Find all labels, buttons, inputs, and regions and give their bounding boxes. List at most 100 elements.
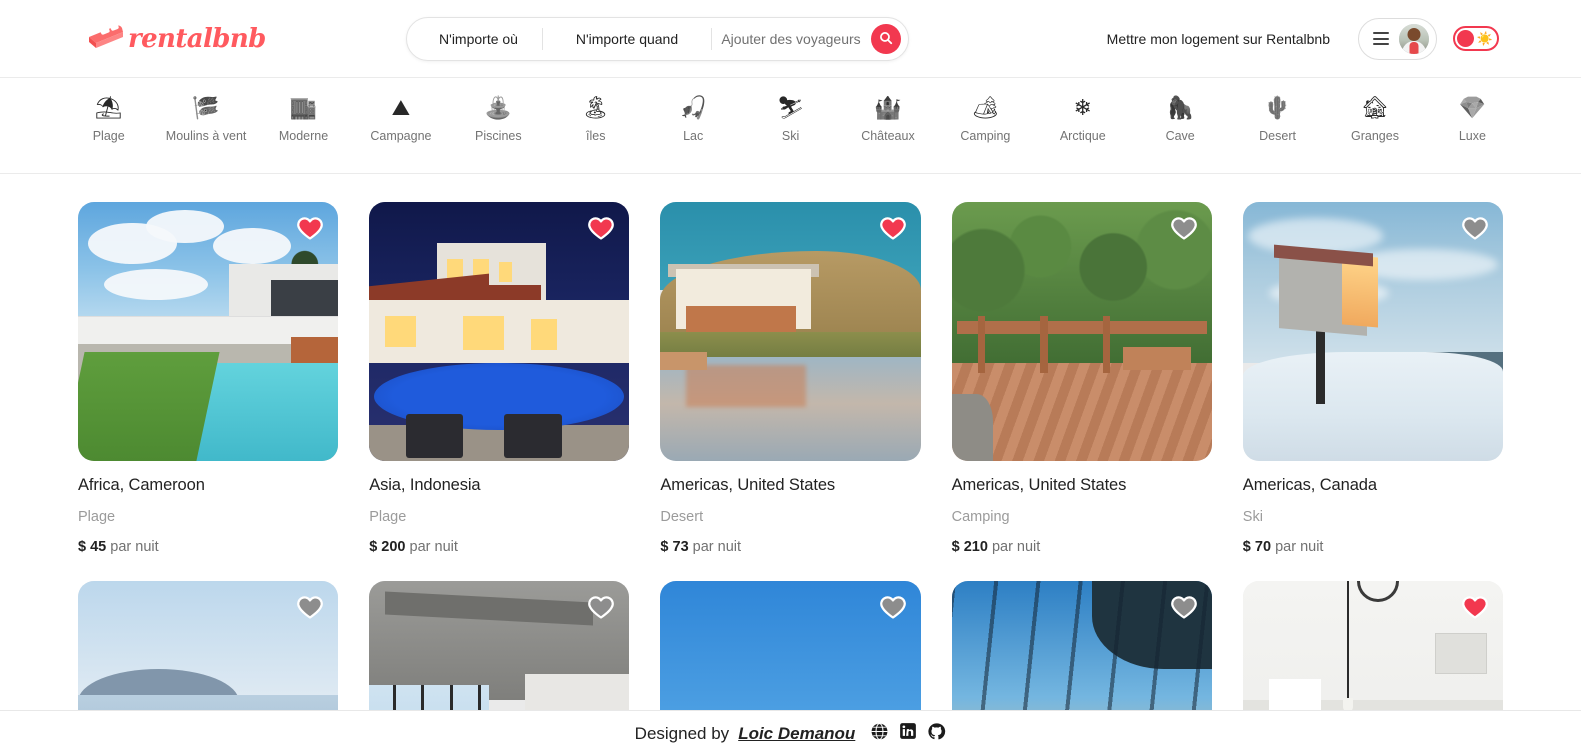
modern-building-icon: 🏬 bbox=[289, 95, 318, 120]
favorite-heart-icon[interactable] bbox=[1170, 214, 1198, 242]
listing-per: par nuit bbox=[1275, 539, 1324, 555]
search-when[interactable]: N'importe quand bbox=[543, 18, 711, 60]
category-arctique[interactable]: ❄ Arctique bbox=[1034, 94, 1131, 144]
category-label: Camping bbox=[960, 129, 1011, 143]
category-label: îles bbox=[586, 129, 606, 143]
category-granges[interactable]: 🏚 Granges bbox=[1326, 94, 1423, 144]
category-moulins-a-vent[interactable]: 🎏 Moulins à vent bbox=[157, 94, 254, 144]
listing-price: $ 210 par nuit bbox=[952, 539, 1212, 555]
snowflake-icon: ❄ bbox=[1073, 95, 1092, 120]
category-iles[interactable]: 🏝 îles bbox=[547, 94, 644, 144]
listing-title: Americas, Canada bbox=[1242, 476, 1377, 494]
favorite-heart-icon[interactable] bbox=[879, 593, 907, 621]
listing-image[interactable] bbox=[951, 202, 1212, 461]
listing-card[interactable]: Africa, Cameroon Plage $ 45 par nuit bbox=[78, 202, 339, 555]
globe-icon[interactable] bbox=[870, 722, 889, 746]
search-bar[interactable]: N'importe où N'importe quand Ajouter des… bbox=[406, 17, 909, 61]
category-chateaux[interactable]: 🏰 Châteaux bbox=[839, 94, 936, 144]
search-where[interactable]: N'importe où bbox=[407, 18, 542, 60]
listing-image[interactable] bbox=[660, 202, 921, 461]
favorite-heart-icon[interactable] bbox=[1170, 593, 1198, 621]
favorite-heart-icon[interactable] bbox=[879, 214, 907, 242]
search-button[interactable] bbox=[871, 24, 901, 54]
listing-category: Plage bbox=[369, 509, 407, 525]
listing-category: Ski bbox=[1242, 509, 1263, 525]
listing-per: par nuit bbox=[409, 539, 458, 555]
listing-category: Camping bbox=[951, 509, 1010, 525]
listing-price: $ 45 par nuit bbox=[78, 539, 338, 555]
toggle-knob bbox=[1457, 30, 1474, 47]
listing-price: $ 70 par nuit bbox=[1243, 539, 1503, 555]
listing-card[interactable]: Americas, United States Desert $ 73 par … bbox=[660, 202, 921, 555]
favorite-heart-icon[interactable] bbox=[296, 593, 324, 621]
listing-price: $ 73 par nuit bbox=[660, 539, 920, 555]
theme-toggle[interactable]: ☀️ bbox=[1453, 26, 1499, 51]
listing-image[interactable] bbox=[78, 202, 339, 461]
favorite-heart-icon[interactable] bbox=[1461, 214, 1489, 242]
category-ski[interactable]: ⛷ Ski bbox=[742, 94, 839, 144]
linkedin-icon[interactable] bbox=[899, 722, 917, 745]
listing-amount: 70 bbox=[1254, 539, 1272, 555]
listing-amount: 200 bbox=[381, 539, 406, 555]
host-listing-link[interactable]: Mettre mon logement sur Rentalbnb bbox=[1095, 21, 1342, 57]
listing-currency: $ bbox=[78, 539, 87, 555]
favorite-heart-icon[interactable] bbox=[1461, 593, 1489, 621]
listing-currency: $ bbox=[660, 539, 669, 555]
island-icon: 🏝 bbox=[581, 95, 610, 120]
category-moderne[interactable]: 🏬 Moderne bbox=[255, 94, 352, 144]
listing-title: Africa, Cameroon bbox=[78, 476, 205, 494]
category-label: Lac bbox=[683, 129, 704, 143]
category-label: Desert bbox=[1259, 129, 1296, 143]
footer-author-link[interactable]: Loic Demanou bbox=[738, 724, 855, 744]
castle-icon: 🏰 bbox=[874, 95, 902, 120]
category-label: Moulins à vent bbox=[165, 129, 247, 143]
user-menu-button[interactable] bbox=[1358, 17, 1437, 60]
category-desert[interactable]: 🌵 Desert bbox=[1229, 94, 1326, 144]
listing-image[interactable] bbox=[369, 202, 630, 461]
listing-card[interactable]: Asia, Indonesia Plage $ 200 par nuit bbox=[369, 202, 630, 555]
listing-currency: $ bbox=[1242, 539, 1251, 555]
footer-social-icons bbox=[870, 722, 946, 746]
category-plage[interactable]: ⛱ Plage bbox=[60, 94, 157, 144]
listing-price: $ 200 par nuit bbox=[369, 539, 629, 555]
search-guests[interactable]: Ajouter des voyageurs bbox=[712, 18, 870, 60]
logo[interactable]: rentalbnb bbox=[86, 23, 266, 54]
listing-card[interactable]: Americas, United States Camping $ 210 pa… bbox=[951, 202, 1212, 555]
avatar bbox=[1399, 23, 1429, 54]
rentalbnb-page: rentalbnb N'importe où N'importe quand A… bbox=[0, 0, 1581, 756]
category-label: Moderne bbox=[278, 129, 329, 143]
listing-card[interactable]: Americas, Canada Ski $ 70 par nuit bbox=[1242, 202, 1503, 555]
cave-icon: 🦍 bbox=[1166, 95, 1194, 120]
skier-icon: ⛷ bbox=[776, 95, 805, 120]
cactus-icon: 🌵 bbox=[1263, 95, 1292, 120]
category-cave[interactable]: 🦍 Cave bbox=[1131, 94, 1228, 144]
category-label: Campagne bbox=[370, 129, 432, 143]
listing-title: Americas, United States bbox=[951, 476, 1127, 494]
search-icon bbox=[879, 31, 893, 48]
listing-per: par nuit bbox=[692, 539, 742, 555]
bed-icon bbox=[86, 23, 126, 54]
listing-grid-wrapper: Africa, Cameroon Plage $ 45 par nuit Asi… bbox=[0, 174, 1581, 756]
category-label: Cave bbox=[1165, 129, 1195, 143]
favorite-heart-icon[interactable] bbox=[587, 593, 615, 621]
category-luxe[interactable]: 💎 Luxe bbox=[1424, 94, 1521, 144]
logo-text: rentalbnb bbox=[128, 23, 266, 54]
category-campagne[interactable]: ⛰ Campagne bbox=[352, 94, 449, 144]
beach-umbrella-icon: ⛱ bbox=[94, 95, 123, 120]
listing-category: Plage bbox=[78, 509, 116, 525]
header-right: Mettre mon logement sur Rentalbnb ☀️ bbox=[1095, 17, 1499, 60]
category-lac[interactable]: 🎣 Lac bbox=[644, 94, 741, 144]
listing-title: Asia, Indonesia bbox=[369, 476, 481, 494]
sun-icon: ☀️ bbox=[1476, 31, 1493, 46]
category-label: Piscines bbox=[475, 129, 522, 143]
countryside-mountain-icon: ⛰ bbox=[391, 95, 411, 120]
category-bar: ⛱ Plage 🎏 Moulins à vent 🏬 Moderne ⛰ Cam… bbox=[0, 78, 1581, 174]
camping-tent-icon: 🏕 bbox=[971, 95, 1000, 120]
category-piscines[interactable]: ⛲ Piscines bbox=[450, 94, 547, 144]
github-icon[interactable] bbox=[927, 722, 946, 746]
category-camping[interactable]: 🏕 Camping bbox=[937, 94, 1034, 144]
favorite-heart-icon[interactable] bbox=[296, 214, 324, 242]
listing-image[interactable] bbox=[1242, 202, 1503, 461]
favorite-heart-icon[interactable] bbox=[587, 214, 615, 242]
listing-amount: 73 bbox=[672, 539, 689, 555]
